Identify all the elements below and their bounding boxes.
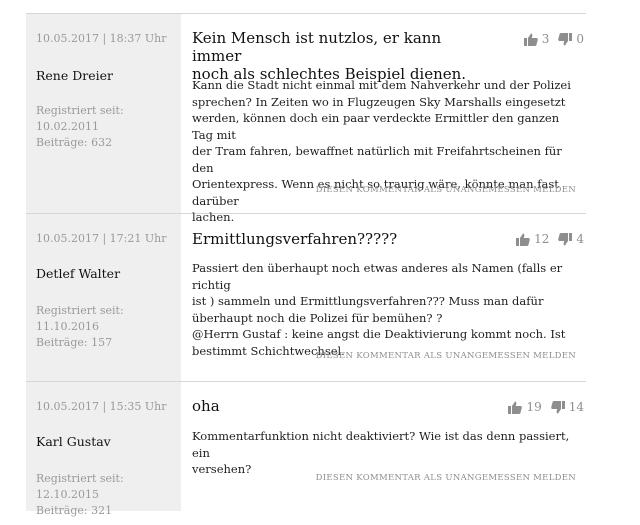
downvote-count: 14 — [568, 400, 584, 414]
report-comment-link[interactable]: DIESEN KOMMENTAR ALS UNANGEMESSEN MELDEN — [316, 351, 576, 361]
comment-title: Ermittlungsverfahren????? — [192, 230, 492, 248]
thumbs-down-icon — [558, 32, 573, 46]
comment-author: Rene Dreier — [36, 68, 113, 83]
thumbs-down-icon — [558, 232, 573, 246]
comment-text: Kann die Stadt nicht einmal mit dem Nahv… — [192, 77, 577, 226]
comment: 10.05.2017 | 17:21 Uhr Detlef Walter Reg… — [26, 213, 586, 381]
comment-date: 10.05.2017 | 18:37 Uhr — [36, 32, 167, 45]
thumbs-down-icon — [550, 400, 565, 414]
upvote-button[interactable]: 12 — [516, 232, 549, 246]
registered-since: Registriert seit: 12.10.2015 — [36, 472, 124, 501]
comment-body: oha 19 14 Kommentarfunktion nicht deakti… — [181, 382, 586, 511]
comment-text: Passiert den überhaupt noch etwas andere… — [192, 260, 577, 359]
comment-text-line: der Tram fahren, bewaffnet natürlich mit… — [192, 144, 562, 175]
comment-meta: 10.05.2017 | 15:35 Uhr Karl Gustav Regis… — [26, 382, 181, 517]
comment-meta: 10.05.2017 | 17:21 Uhr Detlef Walter Reg… — [26, 214, 181, 381]
post-count: Beiträge: 157 — [36, 336, 113, 349]
thumbs-up-icon — [516, 233, 530, 246]
downvote-button[interactable]: 14 — [550, 400, 584, 414]
comment: 10.05.2017 | 18:37 Uhr Rene Dreier Regis… — [26, 13, 586, 224]
report-comment-link[interactable]: DIESEN KOMMENTAR ALS UNANGEMESSEN MELDEN — [316, 473, 576, 483]
comment-body: Ermittlungsverfahren????? 12 4 Passiert … — [181, 214, 586, 381]
comment-text-line: @Herrn Gustaf : keine angst die Deaktivi… — [192, 327, 566, 341]
comment-title: Kein Mensch ist nutzlos, er kann immer n… — [192, 29, 492, 83]
comment-text-line: Kann die Stadt nicht einmal mit dem Nahv… — [192, 78, 571, 92]
downvote-count: 0 — [576, 32, 584, 46]
comment-text: Kommentarfunktion nicht deaktiviert? Wie… — [192, 428, 577, 478]
upvote-count: 19 — [526, 400, 542, 414]
vote-bar: 19 14 — [508, 400, 584, 414]
comment-text-line: Passiert den überhaupt noch etwas andere… — [192, 261, 563, 292]
vote-bar: 12 4 — [516, 232, 584, 246]
comment: 10.05.2017 | 15:35 Uhr Karl Gustav Regis… — [26, 381, 586, 517]
comment-author: Karl Gustav — [36, 434, 111, 449]
upvote-count: 12 — [534, 232, 550, 246]
comment-text-line: ist ) sammeln und Ermittlungsverfahren??… — [192, 294, 544, 308]
downvote-count: 4 — [576, 232, 584, 246]
comment-title-line: oha — [192, 397, 220, 415]
vote-bar: 3 0 — [523, 32, 584, 46]
comment-date: 10.05.2017 | 17:21 Uhr — [36, 232, 167, 245]
comment-text-line: sprechen? In Zeiten wo in Flugzeugen Sky… — [192, 94, 566, 109]
registration-info: Registriert seit: 12.10.2015 Beiträge: 3… — [36, 471, 181, 519]
comment-text-line: werden, können doch ein paar verdeckte E… — [192, 111, 560, 142]
comment-title-line: Kein Mensch ist nutzlos, er kann immer — [192, 29, 442, 65]
post-count: Beiträge: 321 — [36, 504, 113, 517]
registration-info: Registriert seit: 10.02.2011 Beiträge: 6… — [36, 103, 181, 151]
registered-since: Registriert seit: 10.02.2011 — [36, 104, 124, 133]
comment-list: 10.05.2017 | 18:37 Uhr Rene Dreier Regis… — [26, 13, 586, 517]
comment-author: Detlef Walter — [36, 266, 121, 281]
comment-body: Kein Mensch ist nutzlos, er kann immer n… — [181, 14, 586, 224]
registered-since: Registriert seit: 11.10.2016 — [36, 304, 124, 333]
comment-text-line: überhaupt noch die Polizei für bemühen? … — [192, 310, 443, 325]
comment-text-line: Kommentarfunktion nicht deaktiviert? Wie… — [192, 429, 570, 460]
upvote-count: 3 — [541, 32, 550, 46]
upvote-button[interactable]: 19 — [508, 400, 542, 414]
comment-title: oha — [192, 397, 492, 415]
thumbs-up-icon — [523, 33, 538, 46]
comment-date: 10.05.2017 | 15:35 Uhr — [36, 400, 167, 413]
downvote-button[interactable]: 4 — [558, 232, 584, 246]
comment-meta: 10.05.2017 | 18:37 Uhr Rene Dreier Regis… — [26, 14, 181, 213]
registration-info: Registriert seit: 11.10.2016 Beiträge: 1… — [36, 303, 181, 351]
thumbs-up-icon — [508, 401, 523, 414]
post-count: Beiträge: 632 — [36, 136, 113, 149]
upvote-button[interactable]: 3 — [523, 32, 550, 46]
report-comment-link[interactable]: DIESEN KOMMENTAR ALS UNANGEMESSEN MELDEN — [316, 185, 576, 195]
downvote-button[interactable]: 0 — [558, 32, 584, 46]
comment-title-line: Ermittlungsverfahren????? — [192, 230, 398, 248]
